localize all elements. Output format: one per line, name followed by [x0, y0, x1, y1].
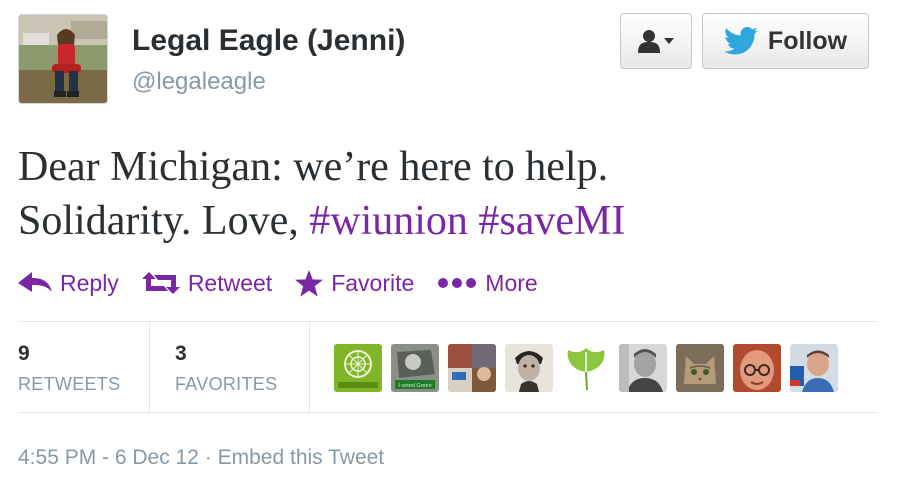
favorites-count: 3 [175, 342, 187, 365]
tweet-metadata: 4:55 PM - 6 Dec 12 · Embed this Tweet [18, 446, 384, 470]
tweet-line-1: Dear Michigan: we’re here to help. [18, 144, 609, 190]
bald-man-glasses-avatar-icon [733, 344, 781, 392]
favoriter-avatar[interactable] [619, 344, 667, 392]
reply-arrow-icon [18, 272, 52, 292]
favorite-action[interactable]: Favorite [295, 269, 415, 297]
star-icon [295, 269, 324, 297]
favoriter-avatar[interactable] [676, 344, 724, 392]
vintage-portrait-avatar-icon [505, 344, 553, 392]
favorites-stat[interactable]: 3 FAVORITES [150, 322, 310, 413]
man-bw-avatar-icon [619, 344, 667, 392]
favoriter-avatar[interactable] [562, 344, 610, 392]
tweet-line-2-text: Solidarity. Love, [18, 198, 299, 244]
tweet-line-2: Solidarity. Love, #wiunion #saveMI [18, 194, 878, 248]
reply-label: Reply [60, 269, 119, 296]
ginkgo-leaf-avatar-icon [562, 344, 610, 392]
favorite-label: Favorite [331, 269, 415, 296]
retweets-count: 9 [18, 342, 30, 365]
tweet-actions: Reply Retweet Favorite More [18, 266, 561, 300]
favoriter-avatar[interactable] [448, 344, 496, 392]
more-action[interactable]: More [437, 269, 538, 297]
user-display-name[interactable]: Legal Eagle (Jenni) [132, 24, 405, 58]
retweets-label: RETWEETS [18, 374, 121, 394]
voted-green-avatar-icon: I voted Green [391, 344, 439, 392]
collage-avatar-icon [448, 344, 496, 392]
cat-avatar-icon [676, 344, 724, 392]
favoriter-avatar[interactable] [334, 344, 382, 392]
voted-green-badge-text: I voted Green [398, 383, 431, 389]
more-label: More [485, 269, 538, 296]
user-person-icon [638, 30, 660, 53]
favoriter-avatar[interactable]: I voted Green [391, 344, 439, 392]
man-blue-shirt-avatar-icon [790, 344, 838, 392]
tweet-stats: 9 RETWEETS 3 FAVORITES I voted Green [18, 321, 876, 413]
twitter-bird-icon [724, 27, 758, 55]
embed-tweet-link[interactable]: Embed this Tweet [218, 446, 385, 469]
green-dandelion-avatar-icon [334, 344, 382, 392]
metadata-separator: · [204, 446, 212, 469]
more-dots-icon [438, 278, 477, 288]
profile-avatar[interactable] [18, 14, 108, 104]
caret-down-icon [664, 38, 674, 44]
favoriter-avatar[interactable] [733, 344, 781, 392]
retweet-action[interactable]: Retweet [141, 269, 273, 297]
retweet-label: Retweet [187, 269, 273, 296]
favoriters-avatars: I voted Green [334, 344, 838, 392]
user-actions-dropdown-button[interactable] [620, 13, 692, 69]
favorites-label: FAVORITES [175, 374, 278, 394]
tweet-timestamp[interactable]: 4:55 PM - 6 Dec 12 [18, 446, 199, 469]
favoriter-avatar[interactable] [790, 344, 838, 392]
retweets-stat[interactable]: 9 RETWEETS [18, 322, 150, 413]
hashtag-link[interactable]: #saveMI [478, 198, 625, 244]
tweet-text: Dear Michigan: we’re here to help. Solid… [18, 140, 878, 248]
profile-photo-icon [19, 15, 107, 103]
favoriter-avatar[interactable] [505, 344, 553, 392]
hashtag-link[interactable]: #wiunion [309, 198, 468, 244]
follow-button-label: Follow [767, 26, 848, 55]
follow-button[interactable]: Follow [702, 13, 869, 69]
reply-action[interactable]: Reply [18, 270, 119, 297]
retweet-icon [141, 272, 180, 294]
user-screen-name[interactable]: @legaleagle [132, 68, 266, 96]
